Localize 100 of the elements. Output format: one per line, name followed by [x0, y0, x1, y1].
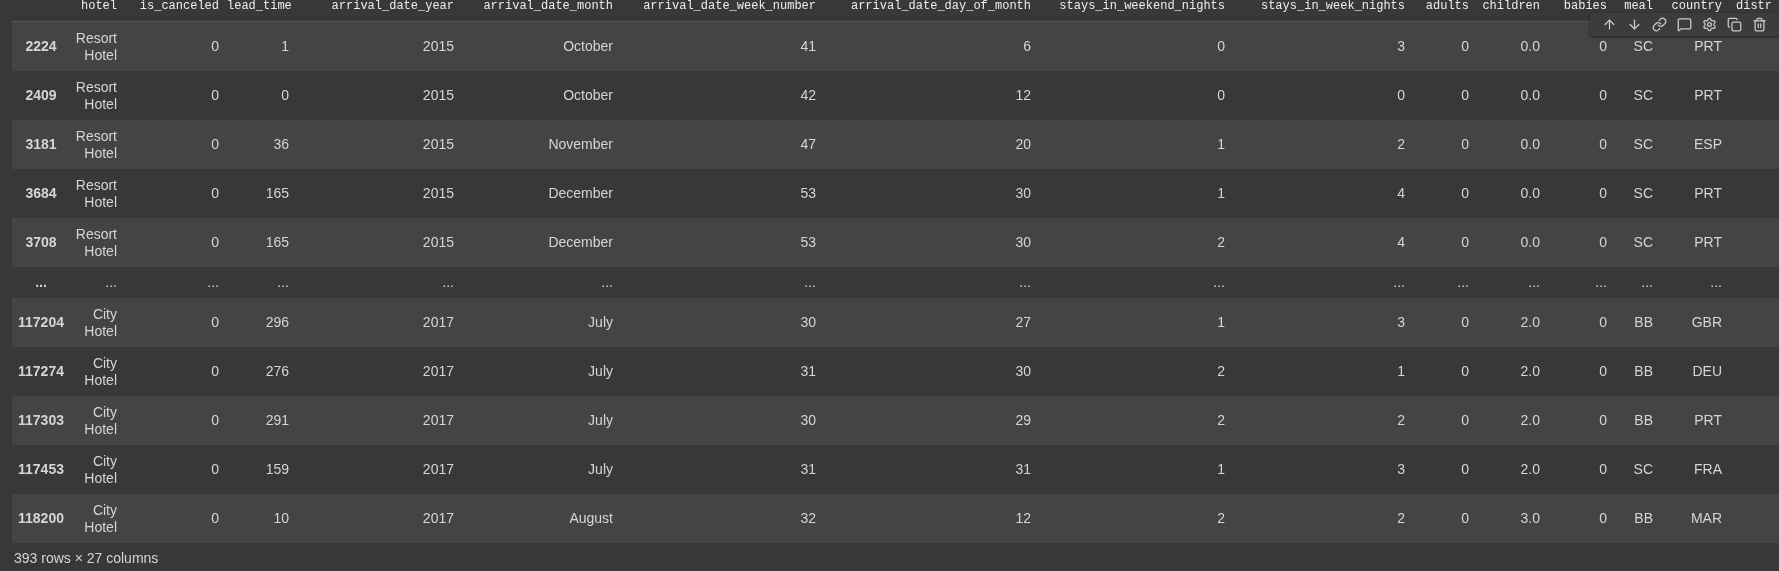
- table-cell: 0: [211, 38, 219, 54]
- table-cell: 2: [1217, 234, 1225, 250]
- table-cell: 2015: [422, 38, 454, 54]
- table-cell: 1: [281, 38, 289, 54]
- table-cell: 47: [800, 136, 816, 152]
- table-cell: 30: [1015, 363, 1031, 379]
- table-cell: 30: [800, 314, 816, 330]
- table-cell: 1: [1217, 136, 1225, 152]
- table-cell: 12: [1015, 87, 1031, 103]
- comment-icon[interactable]: [1675, 15, 1694, 34]
- table-cell: 2.0: [1520, 363, 1540, 379]
- table-cell: 1: [1217, 461, 1225, 477]
- table-cell: 3: [1397, 461, 1405, 477]
- row-index: 3684: [25, 185, 57, 201]
- delete-icon[interactable]: [1750, 15, 1769, 34]
- row-index: 2409: [25, 87, 57, 103]
- table-cell: 3: [1397, 38, 1405, 54]
- table-cell: 0: [211, 87, 219, 103]
- column-header: arrival_date_week_number: [621, 0, 824, 22]
- table-cell: 0: [1461, 38, 1469, 54]
- column-header: stays_in_weekend_nights: [1039, 0, 1233, 22]
- table-cell: 20: [1015, 136, 1031, 152]
- table-cell: SC: [1633, 234, 1653, 250]
- table-cell: 31: [1015, 461, 1031, 477]
- table-cell: 0: [211, 234, 219, 250]
- link-icon[interactable]: [1650, 15, 1669, 34]
- table-cell: 0: [1599, 510, 1607, 526]
- table-cell: 2017: [422, 314, 454, 330]
- table-cell: 0: [1599, 136, 1607, 152]
- settings-icon[interactable]: [1700, 15, 1719, 34]
- table-cell: SC: [1633, 38, 1653, 54]
- table-cell: 0: [1599, 87, 1607, 103]
- table-cell: 0: [1461, 136, 1469, 152]
- table-cell: Resort Hotel: [75, 176, 117, 210]
- table-cell: ...: [1393, 274, 1405, 290]
- table-cell: 10: [273, 510, 289, 526]
- table-cell: 0: [1217, 38, 1225, 54]
- table-cell: 1: [1217, 185, 1225, 201]
- table-cell: 291: [265, 412, 289, 428]
- table-cell: December: [548, 185, 613, 201]
- table-cell: ...: [1595, 274, 1607, 290]
- column-header: hotel: [70, 0, 125, 22]
- table-cell: ...: [277, 274, 289, 290]
- table-cell: PRT: [1694, 412, 1722, 428]
- table-cell: 2017: [422, 461, 454, 477]
- table-cell: 2017: [422, 510, 454, 526]
- table-cell: 27: [1015, 314, 1031, 330]
- row-index: 3708: [25, 234, 57, 250]
- table-cell: 0: [1599, 363, 1607, 379]
- table-cell: 0: [1599, 412, 1607, 428]
- table-cell: ...: [1457, 274, 1469, 290]
- table-cell: ESP: [1694, 136, 1722, 152]
- table-cell: 29: [1015, 412, 1031, 428]
- table-cell: 0: [1599, 185, 1607, 201]
- table-cell: 0.0: [1520, 38, 1540, 54]
- table-cell: 2: [1397, 510, 1405, 526]
- table-cell: SC: [1633, 87, 1653, 103]
- table-cell: 0: [1461, 510, 1469, 526]
- table-cell: ...: [1528, 274, 1540, 290]
- row-index: ...: [35, 274, 47, 290]
- table-cell: 0: [1461, 234, 1469, 250]
- column-header: adults: [1413, 0, 1477, 22]
- table-cell: 2: [1397, 136, 1405, 152]
- table-cell: July: [588, 412, 613, 428]
- table-cell: BB: [1634, 510, 1653, 526]
- table-cell: 0: [1599, 38, 1607, 54]
- table-cell: 0: [281, 87, 289, 103]
- table-cell: ...: [442, 274, 454, 290]
- table-cell: 42: [800, 87, 816, 103]
- table-cell: August: [569, 510, 613, 526]
- table-cell: July: [588, 461, 613, 477]
- table-cell: 6: [1023, 38, 1031, 54]
- table-cell: 0: [1217, 87, 1225, 103]
- table-cell: 165: [265, 234, 289, 250]
- table-cell: 0: [1599, 314, 1607, 330]
- column-header: arrival_date_month: [462, 0, 621, 22]
- table-cell: July: [588, 314, 613, 330]
- table-cell: ...: [1710, 274, 1722, 290]
- table-cell: 4: [1397, 234, 1405, 250]
- table-cell: 0: [1461, 87, 1469, 103]
- table-cell: 2015: [422, 185, 454, 201]
- table-cell: PRT: [1694, 234, 1722, 250]
- table-cell: SC: [1633, 461, 1653, 477]
- table-cell: 0.0: [1520, 185, 1540, 201]
- table-cell: 2015: [422, 136, 454, 152]
- table-cell: Resort Hotel: [75, 29, 117, 63]
- table-cell: Resort Hotel: [75, 78, 117, 112]
- table-cell: ...: [1641, 274, 1653, 290]
- table-cell: 0: [1397, 87, 1405, 103]
- table-cell: GBR: [1691, 314, 1722, 330]
- table-cell: 296: [265, 314, 289, 330]
- table-cell: 3: [1397, 314, 1405, 330]
- table-cell: 2: [1217, 363, 1225, 379]
- table-cell: 31: [800, 461, 816, 477]
- table-cell: 3.0: [1520, 510, 1540, 526]
- table-cell: BB: [1634, 412, 1653, 428]
- table-cell: 0: [211, 314, 219, 330]
- table-cell: 2: [1217, 412, 1225, 428]
- table-cell: 0: [211, 412, 219, 428]
- copy-icon[interactable]: [1725, 15, 1744, 34]
